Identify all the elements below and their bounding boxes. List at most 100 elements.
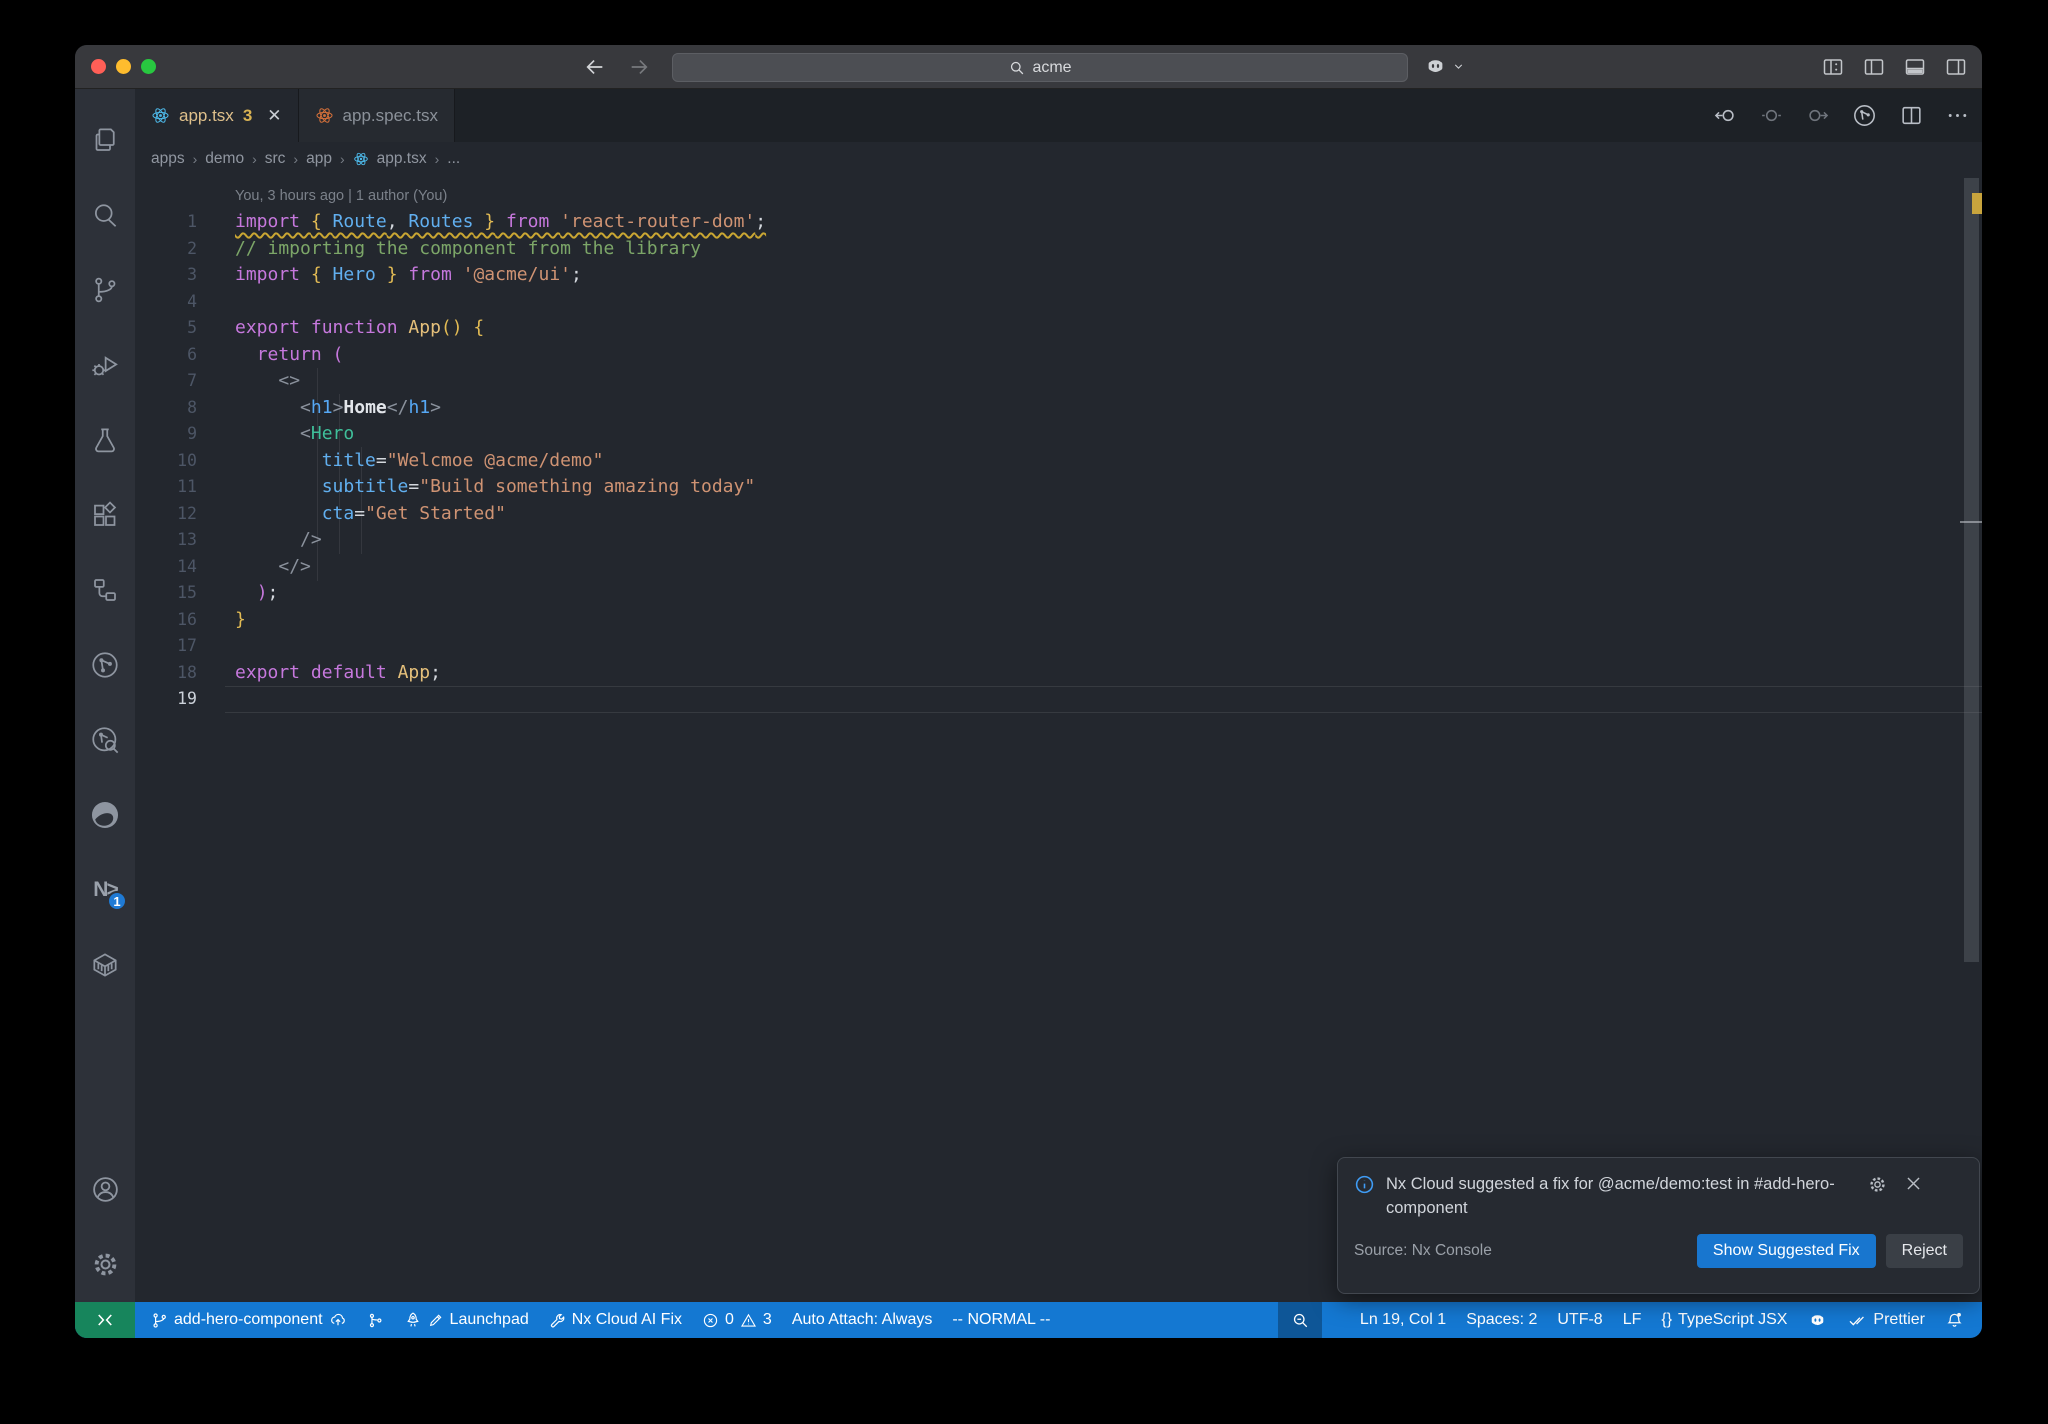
close-tab-icon[interactable]: ✕	[267, 106, 281, 126]
line-number[interactable]: 3	[135, 262, 197, 289]
maximize-window-button[interactable]	[141, 59, 156, 74]
toggle-secondary-sidebar-button[interactable]	[1944, 55, 1968, 79]
graph-explorer-icon[interactable]	[75, 702, 135, 777]
line-number[interactable]: 2	[135, 236, 197, 263]
next-change-button[interactable]	[1805, 103, 1830, 128]
notification-close-icon[interactable]	[1904, 1174, 1923, 1220]
close-window-button[interactable]	[91, 59, 106, 74]
code-line[interactable]: 11 subtitle="Build something amazing tod…	[135, 474, 1982, 501]
line-number[interactable]: 8	[135, 395, 197, 422]
split-editor-button[interactable]	[1899, 103, 1924, 128]
code-line[interactable]: 18 export default App;	[135, 660, 1982, 687]
breadcrumb-item[interactable]: app	[306, 150, 332, 168]
code-line[interactable]: 19	[135, 686, 1982, 713]
code-line[interactable]: 7 <>	[135, 368, 1982, 395]
line-number[interactable]: 18	[135, 660, 197, 687]
edge-browser-icon[interactable]	[75, 777, 135, 852]
code-line[interactable]: 10 title="Welcmoe @acme/demo"	[135, 448, 1982, 475]
launchpad-status-item[interactable]: Launchpad	[394, 1302, 539, 1338]
code-line[interactable]: 5 export function App() {	[135, 315, 1982, 342]
line-number[interactable]: 13	[135, 527, 197, 554]
nx-project-graph-button[interactable]	[1851, 102, 1878, 129]
git-blame-annotation[interactable]: You, 3 hours ago | 1 author (You)	[135, 184, 1982, 209]
copilot-menu-button[interactable]	[1423, 54, 1465, 79]
minimize-window-button[interactable]	[116, 59, 131, 74]
back-button[interactable]	[580, 52, 610, 82]
line-number[interactable]: 10	[135, 448, 197, 475]
line-number[interactable]: 12	[135, 501, 197, 528]
indentation-status-item[interactable]: Spaces: 2	[1456, 1302, 1547, 1338]
notifications-bell-item[interactable]	[1935, 1302, 1974, 1338]
line-number[interactable]: 19	[135, 686, 197, 713]
explorer-icon[interactable]	[75, 102, 135, 177]
line-number[interactable]: 16	[135, 607, 197, 634]
code-line[interactable]: 14 </>	[135, 554, 1982, 581]
toggle-panel-button[interactable]	[1903, 55, 1927, 79]
account-icon[interactable]	[75, 1152, 135, 1227]
tab-app-tsx[interactable]: app.tsx 3 ✕	[135, 89, 299, 142]
code-line[interactable]: 16}	[135, 607, 1982, 634]
customize-layout-button[interactable]	[1821, 55, 1845, 79]
prettier-status-item[interactable]: Prettier	[1838, 1302, 1935, 1338]
run-debug-icon[interactable]	[75, 327, 135, 402]
line-number[interactable]: 1	[135, 209, 197, 236]
command-center-search[interactable]: acme	[672, 53, 1408, 82]
line-number[interactable]: 9	[135, 421, 197, 448]
breadcrumb-item[interactable]: ...	[447, 150, 460, 168]
line-number[interactable]: 14	[135, 554, 197, 581]
code-line[interactable]: 13 />	[135, 527, 1982, 554]
container-tools-icon[interactable]	[75, 927, 135, 1002]
eol-status-item[interactable]: LF	[1613, 1302, 1652, 1338]
cursor-position-status-item[interactable]: Ln 19, Col 1	[1350, 1302, 1456, 1338]
copilot-status-item[interactable]	[1797, 1302, 1838, 1338]
nx-console-icon[interactable]: N> 1	[75, 852, 135, 927]
code-line[interactable]: 15 );	[135, 580, 1982, 607]
breadcrumb-item[interactable]: app.tsx	[377, 150, 427, 168]
code-line[interactable]: 6 return (	[135, 342, 1982, 369]
nx-cloud-fix-status-item[interactable]: Nx Cloud AI Fix	[539, 1302, 692, 1338]
scrollbar-slider[interactable]	[1964, 178, 1979, 962]
extensions-icon[interactable]	[75, 477, 135, 552]
git-graph-status-item[interactable]	[357, 1302, 394, 1338]
code-line[interactable]: 9 <Hero	[135, 421, 1982, 448]
breadcrumb-item[interactable]: apps	[151, 150, 185, 168]
editor-scrollbar[interactable]	[1960, 176, 1982, 1302]
previous-change-button[interactable]	[1713, 103, 1738, 128]
code-line[interactable]: 4	[135, 289, 1982, 316]
tab-app-spec-tsx[interactable]: app.spec.tsx	[298, 89, 455, 142]
toggle-primary-sidebar-button[interactable]	[1862, 55, 1886, 79]
code-line[interactable]: 12 cta="Get Started"	[135, 501, 1982, 528]
search-sidebar-icon[interactable]	[75, 177, 135, 252]
forward-button[interactable]	[624, 52, 654, 82]
zoom-status-item[interactable]	[1277, 1302, 1322, 1338]
current-change-button[interactable]	[1759, 103, 1784, 128]
line-number[interactable]: 15	[135, 580, 197, 607]
line-number[interactable]: 17	[135, 633, 197, 660]
vim-mode-status-item[interactable]: -- NORMAL --	[942, 1302, 1060, 1338]
code-line[interactable]: 2 // importing the component from the lib…	[135, 236, 1982, 263]
line-number[interactable]: 11	[135, 474, 197, 501]
breadcrumb-item[interactable]: src	[265, 150, 286, 168]
code-line[interactable]: 17	[135, 633, 1982, 660]
language-mode-status-item[interactable]: {} TypeScript JSX	[1651, 1302, 1797, 1338]
branch-status-item[interactable]: add-hero-component	[141, 1302, 357, 1338]
more-actions-button[interactable]	[1945, 103, 1970, 128]
line-number[interactable]: 4	[135, 289, 197, 316]
remote-indicator[interactable]	[75, 1302, 135, 1338]
reject-button[interactable]: Reject	[1885, 1234, 1963, 1268]
source-control-icon[interactable]	[75, 252, 135, 327]
encoding-status-item[interactable]: UTF-8	[1547, 1302, 1612, 1338]
auto-attach-status-item[interactable]: Auto Attach: Always	[782, 1302, 943, 1338]
code-editor[interactable]: You, 3 hours ago | 1 author (You) 1 import…	[135, 176, 1982, 1302]
code-line[interactable]: 1 import { Route, Routes } from 'react-ro…	[135, 209, 1982, 236]
line-number[interactable]: 5	[135, 315, 197, 342]
testing-icon[interactable]	[75, 402, 135, 477]
breadcrumb-item[interactable]: demo	[205, 150, 244, 168]
line-number[interactable]: 6	[135, 342, 197, 369]
settings-gear-icon[interactable]	[75, 1227, 135, 1302]
project-graph-icon[interactable]	[75, 627, 135, 702]
code-line[interactable]: 3 import { Hero } from '@acme/ui';	[135, 262, 1982, 289]
notification-settings-gear-icon[interactable]	[1867, 1174, 1888, 1220]
line-number[interactable]: 7	[135, 368, 197, 395]
code-line[interactable]: 8 <h1>Home</h1>	[135, 395, 1982, 422]
